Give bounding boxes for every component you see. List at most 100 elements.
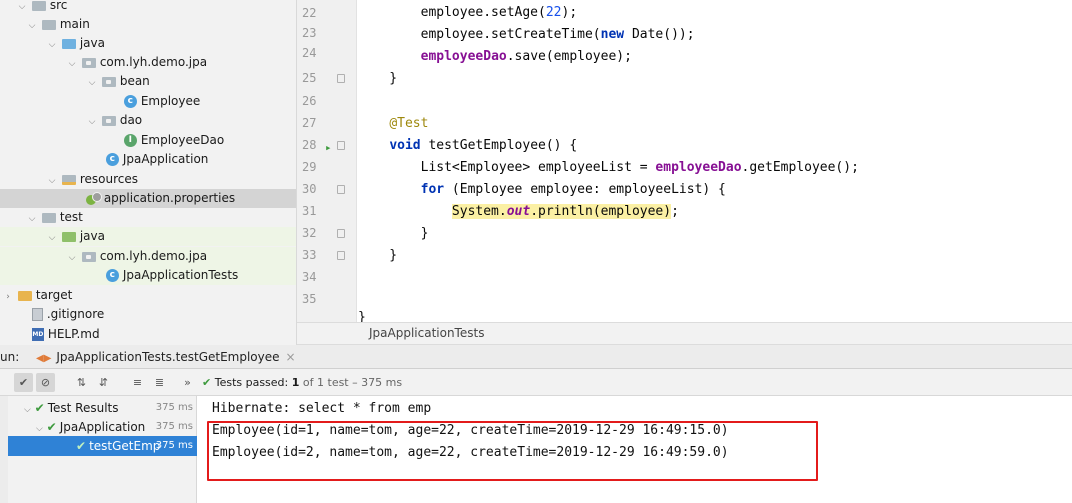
tree-item-employeedao[interactable]: I EmployeeDao (0, 131, 296, 150)
run-tool-window-header: un: ◀▶ JpaApplicationTests.testGetEmploye… (0, 345, 1072, 369)
sort-by-duration-icon[interactable]: ⇵ (94, 373, 113, 392)
tree-item-dao[interactable]: ⌵ dao (0, 111, 296, 132)
tree-item-test[interactable]: ⌵ test (0, 208, 296, 227)
source-folder-icon (61, 38, 76, 49)
code-line: } (358, 226, 429, 241)
fold-icon[interactable] (337, 185, 345, 194)
code-line: } (358, 71, 398, 86)
test-method-node[interactable]: ✔ testGetEmp 375 ms (8, 436, 197, 456)
class-icon: c (123, 95, 137, 108)
console-line: Hibernate: select * from emp (212, 401, 432, 416)
test-results-node[interactable]: ⌵ ✔ Test Results 375 ms (8, 398, 197, 418)
expand-arrow-icon[interactable]: ⌵ (46, 229, 58, 248)
tree-item-application-properties[interactable]: application.properties (0, 189, 296, 208)
line-number: 30 (297, 180, 357, 199)
spring-class-icon: c (105, 153, 119, 166)
test-node-label: JpaApplication (59, 420, 146, 434)
run-label: un: (0, 350, 20, 364)
tree-item-label: java (79, 229, 105, 243)
tree-item-target[interactable]: › target (0, 286, 296, 305)
folder-icon (41, 19, 56, 30)
line-number: 24 (302, 46, 317, 60)
markdown-file-icon: MD (31, 328, 44, 341)
package-icon (81, 251, 96, 262)
code-line: } (358, 248, 398, 263)
close-tab-icon[interactable]: × (286, 350, 296, 364)
expand-arrow-icon[interactable]: ⌵ (86, 113, 98, 132)
fold-icon[interactable] (337, 141, 345, 150)
tree-item-label: HELP.md (47, 327, 100, 341)
expand-arrow-icon[interactable]: ⌵ (24, 405, 31, 415)
tree-item-bean[interactable]: ⌵ bean (0, 72, 296, 93)
tree-item-jpaapplicationtests[interactable]: c JpaApplicationTests (0, 266, 296, 285)
expand-all-icon[interactable]: ≡ (128, 373, 147, 392)
test-duration: 375 ms (155, 421, 193, 432)
test-folder-icon (61, 231, 76, 242)
run-toolbar: ✔ ⊘ ⇅ ⇵ ≡ ≣ » ✔ Tests passed: 1 of 1 tes… (0, 369, 1072, 396)
test-node-label: Test Results (47, 401, 119, 415)
tree-item-label: com.lyh.demo.jpa (99, 249, 208, 263)
tree-item-java-main[interactable]: ⌵ java (0, 34, 296, 53)
code-line: System.out.println(employee); (451, 204, 679, 219)
sort-alphabetically-icon[interactable]: ⇅ (72, 373, 91, 392)
tree-item-resources[interactable]: ⌵ resources (0, 170, 296, 189)
run-tab[interactable]: ◀▶ JpaApplicationTests.testGetEmployee × (36, 345, 296, 371)
fold-icon[interactable] (337, 74, 345, 83)
tree-item-src[interactable]: ⌵ src (0, 0, 296, 15)
expand-arrow-icon[interactable]: ⌵ (36, 424, 43, 434)
run-side-strip (0, 396, 8, 503)
highlighted-statement: System.out.println(employee) (451, 204, 672, 219)
code-line: void testGetEmployee() { (389, 138, 578, 153)
line-number: 23 (302, 26, 317, 40)
test-results-tree: ⌵ ✔ Test Results 375 ms ⌵ ✔ JpaApplication… (8, 396, 197, 503)
code-line: @Test (389, 116, 429, 131)
tree-item-label: java (79, 36, 105, 50)
line-number: 33 (297, 246, 357, 265)
tree-item-label: .gitignore (46, 307, 105, 321)
tree-item-package-main[interactable]: ⌵ com.lyh.demo.jpa (0, 53, 296, 72)
interface-icon: I (123, 134, 137, 147)
package-icon (81, 57, 96, 68)
tree-item-package-test[interactable]: ⌵ com.lyh.demo.jpa (0, 247, 296, 266)
run-config-icon: ◀▶ (36, 353, 52, 364)
package-icon (101, 76, 116, 87)
editor-breadcrumb[interactable]: JpaApplicationTests (297, 322, 1072, 345)
line-number: 32 (297, 224, 357, 243)
more-actions-icon[interactable]: » (178, 373, 197, 392)
tree-item-main[interactable]: ⌵ main (0, 15, 296, 34)
tree-item-help-md[interactable]: MD HELP.md (0, 325, 296, 344)
highlight-annotation-box (207, 421, 818, 481)
collapse-all-icon[interactable]: ≣ (150, 373, 169, 392)
tree-item-gitignore[interactable]: .gitignore (0, 305, 296, 324)
code-line: employee.setCreateTime(new Date()); (358, 27, 695, 42)
status-detail: of 1 test – 375 ms (302, 376, 403, 389)
run-test-icon[interactable]: ▸ (325, 138, 332, 157)
expand-arrow-icon[interactable]: ⌵ (86, 74, 98, 93)
passed-icon: ✔ (76, 439, 87, 453)
tree-item-jpaapplication[interactable]: c JpaApplication (0, 150, 296, 169)
tree-item-label: application.properties (103, 191, 236, 205)
line-number: 35 (302, 292, 317, 306)
tree-item-label: JpaApplication (122, 152, 209, 166)
tree-item-label: resources (79, 172, 138, 186)
fold-icon[interactable] (337, 251, 345, 260)
tree-item-employee[interactable]: c Employee (0, 92, 296, 111)
line-number: 26 (302, 94, 317, 108)
gitignore-file-icon (31, 308, 43, 321)
tests-status: ✔ Tests passed: 1 of 1 test – 375 ms (202, 369, 402, 396)
tree-item-label: main (59, 17, 90, 31)
tree-item-java-test[interactable]: ⌵ java (0, 227, 296, 248)
show-passed-toggle[interactable]: ✔ (14, 373, 33, 392)
code-editor[interactable]: employee.setAge(22); employee.setCreateT… (358, 0, 1072, 325)
fold-icon[interactable] (337, 229, 345, 238)
tree-item-label: Employee (140, 94, 201, 108)
resources-folder-icon (61, 174, 76, 185)
show-ignored-toggle[interactable]: ⊘ (36, 373, 55, 392)
spring-class-icon: c (105, 269, 119, 282)
code-line: List<Employee> employeeList = employeeDa… (358, 160, 859, 175)
editor-gutter: 22 23 24 25 26 27 28 ▸ 29 30 31 32 33 34 … (297, 0, 357, 322)
line-number: 28 ▸ (297, 136, 357, 155)
tree-item-label: test (59, 210, 83, 224)
test-class-node[interactable]: ⌵ ✔ JpaApplication 375 ms (8, 417, 197, 437)
tree-item-label: target (35, 288, 73, 302)
